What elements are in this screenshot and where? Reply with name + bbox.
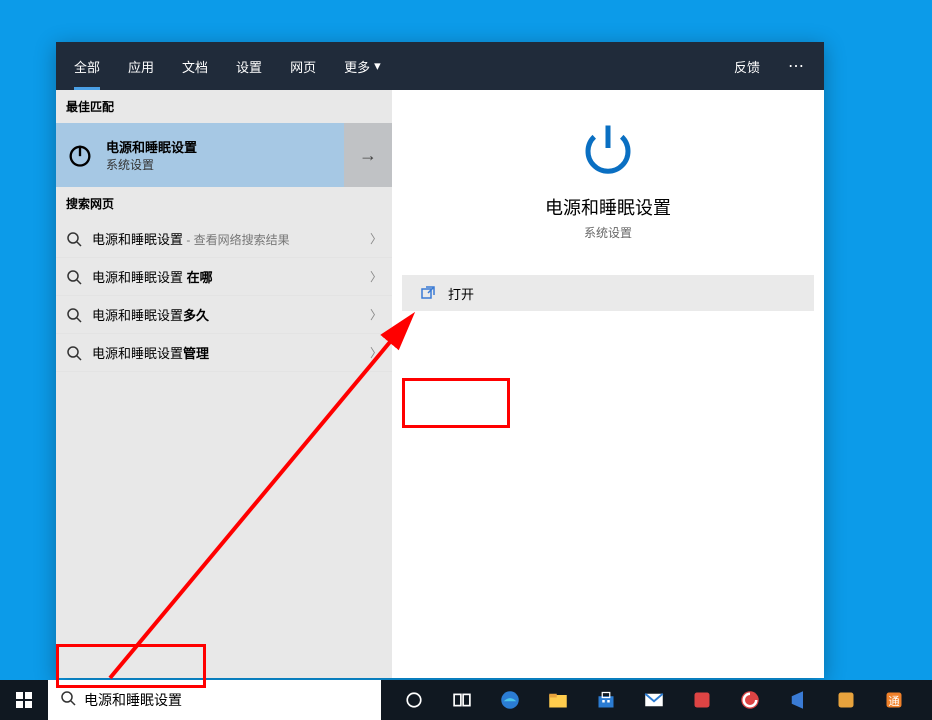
edge-icon[interactable] (487, 680, 533, 720)
mail-icon[interactable] (631, 680, 677, 720)
power-icon (66, 141, 94, 169)
search-tabs: 全部 应用 文档 设置 网页 更多▾ 反馈 ⋯ (56, 42, 824, 90)
start-button[interactable] (0, 680, 48, 720)
best-match-subtitle: 系统设置 (106, 156, 197, 173)
task-view-icon[interactable] (439, 680, 485, 720)
power-icon-large (578, 118, 638, 178)
search-input[interactable] (84, 692, 369, 708)
vscode-icon[interactable] (775, 680, 821, 720)
results-list: 最佳匹配 电源和睡眠设置 系统设置 → 搜索网页 (56, 90, 392, 678)
chevron-right-icon: 〉 (370, 344, 382, 361)
chevron-right-icon: 〉 (370, 306, 382, 323)
web-result-text: 电源和睡眠设置多久 (92, 305, 360, 324)
search-icon (66, 345, 82, 361)
app3-icon[interactable]: 通 (871, 680, 917, 720)
app2-icon[interactable] (823, 680, 869, 720)
taskbar-search-box[interactable] (48, 680, 381, 720)
chevron-right-icon: 〉 (370, 230, 382, 247)
taskbar: 通 (0, 680, 932, 720)
best-match-expand-button[interactable]: → (344, 123, 392, 187)
arrow-right-icon: → (359, 145, 377, 166)
best-match-main[interactable]: 电源和睡眠设置 系统设置 (56, 123, 344, 187)
open-label: 打开 (448, 284, 474, 303)
result-detail-pane: 电源和睡眠设置 系统设置 打开 (392, 90, 824, 678)
ccleaner-icon[interactable] (727, 680, 773, 720)
search-icon (60, 690, 76, 711)
open-action[interactable]: 打开 (402, 275, 814, 311)
chevron-down-icon: ▾ (374, 58, 381, 74)
search-web-header: 搜索网页 (56, 187, 392, 220)
feedback-button[interactable]: 反馈 (720, 57, 774, 76)
web-result-item[interactable]: 电源和睡眠设置 - 查看网络搜索结果 〉 (56, 220, 392, 258)
search-icon (66, 231, 82, 247)
search-results-panel: 全部 应用 文档 设置 网页 更多▾ 反馈 ⋯ 最佳匹配 电源和睡眠设置 系统设… (56, 42, 824, 678)
open-icon (420, 285, 436, 301)
web-result-text: 电源和睡眠设置 - 查看网络搜索结果 (92, 229, 360, 248)
search-icon (66, 307, 82, 323)
web-result-item[interactable]: 电源和睡眠设置 在哪 〉 (56, 258, 392, 296)
best-match-item: 电源和睡眠设置 系统设置 → (56, 123, 392, 187)
chevron-right-icon: 〉 (370, 268, 382, 285)
explorer-icon[interactable] (535, 680, 581, 720)
tab-docs[interactable]: 文档 (168, 42, 222, 90)
web-result-item[interactable]: 电源和睡眠设置多久 〉 (56, 296, 392, 334)
web-result-text: 电源和睡眠设置管理 (92, 343, 360, 362)
tab-more[interactable]: 更多▾ (330, 42, 395, 90)
cortana-icon[interactable] (391, 680, 437, 720)
best-match-title: 电源和睡眠设置 (106, 137, 197, 156)
tab-apps[interactable]: 应用 (114, 42, 168, 90)
search-icon (66, 269, 82, 285)
tab-settings[interactable]: 设置 (222, 42, 276, 90)
store-icon[interactable] (583, 680, 629, 720)
svg-text:通: 通 (888, 695, 899, 708)
detail-title: 电源和睡眠设置 (545, 194, 671, 220)
tab-web[interactable]: 网页 (276, 42, 330, 90)
annotation-highlight-open (402, 378, 510, 428)
web-result-text: 电源和睡眠设置 在哪 (92, 267, 360, 286)
more-options-button[interactable]: ⋯ (774, 56, 820, 76)
tab-all[interactable]: 全部 (60, 42, 114, 90)
best-match-header: 最佳匹配 (56, 90, 392, 123)
app1-icon[interactable] (679, 680, 725, 720)
detail-subtitle: 系统设置 (584, 224, 632, 241)
web-result-item[interactable]: 电源和睡眠设置管理 〉 (56, 334, 392, 372)
